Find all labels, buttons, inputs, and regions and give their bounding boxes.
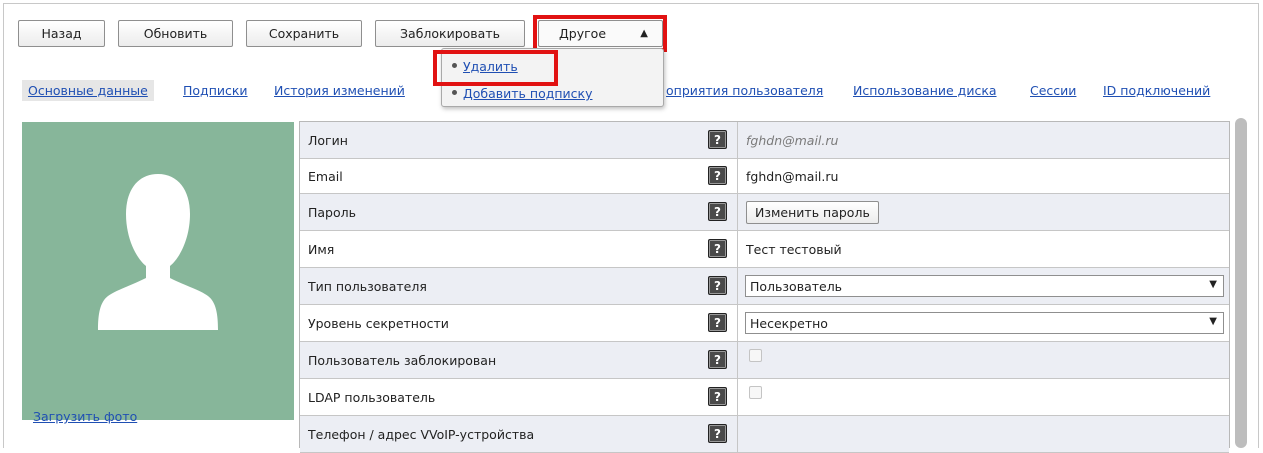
scrollbar-thumb[interactable] <box>1235 118 1247 448</box>
bullet-icon <box>452 90 457 95</box>
block-button[interactable]: Заблокировать <box>375 20 525 47</box>
help-icon[interactable]: ? <box>708 276 727 295</box>
field-label: Имя <box>300 231 738 267</box>
user-type-select[interactable]: Пользователь ▼ <box>745 275 1224 297</box>
field-label: Email <box>300 159 738 193</box>
field-row-user-type: Тип пользователя ? Пользователь ▼ <box>300 268 1229 305</box>
tab-connection-ids[interactable]: ID подключений <box>1103 83 1210 98</box>
dropdown-arrow-icon: ▼ <box>1209 279 1217 290</box>
field-row-login: Логин ? fghdn@mail.ru <box>300 122 1229 159</box>
field-label: LDAP пользователь <box>300 379 738 415</box>
field-row-ldap: LDAP пользователь ? <box>300 379 1229 416</box>
user-type-selected: Пользователь <box>750 278 843 294</box>
field-label: Уровень секретности <box>300 305 738 341</box>
tab-main-data[interactable]: Основные данные <box>22 80 154 101</box>
save-button[interactable]: Сохранить <box>246 20 362 47</box>
field-row-email: Email ? fghdn@mail.ru <box>300 159 1229 194</box>
ldap-checkbox[interactable] <box>749 386 762 399</box>
user-fields-table: Логин ? fghdn@mail.ru Email ? fghdn@mail… <box>299 121 1230 453</box>
field-label: Логин <box>300 122 738 158</box>
blocked-checkbox[interactable] <box>749 349 762 362</box>
highlight-frame-other <box>533 15 667 52</box>
help-icon[interactable]: ? <box>708 387 727 406</box>
login-value: fghdn@mail.ru <box>746 132 839 148</box>
tab-disk-usage[interactable]: Использование диска <box>853 83 997 98</box>
field-label: Телефон / адрес VVoIP-устройства <box>300 416 738 452</box>
refresh-button[interactable]: Обновить <box>118 20 233 47</box>
field-row-name: Имя ? Тест тестовый <box>300 231 1229 268</box>
field-row-phone: Телефон / адрес VVoIP-устройства ? <box>300 416 1229 453</box>
secrecy-selected: Несекретно <box>750 315 828 331</box>
user-photo <box>22 122 294 420</box>
field-label: Пароль <box>300 194 738 230</box>
back-button[interactable]: Назад <box>18 20 105 47</box>
help-icon[interactable]: ? <box>708 424 727 443</box>
avatar-silhouette-icon <box>98 174 218 330</box>
field-label: Пользователь заблокирован <box>300 342 738 378</box>
dropdown-arrow-icon: ▼ <box>1209 316 1217 327</box>
tab-sessions[interactable]: Сессии <box>1030 83 1076 98</box>
field-row-secrecy: Уровень секретности ? Несекретно ▼ <box>300 305 1229 342</box>
help-icon[interactable]: ? <box>708 350 727 369</box>
tab-subscriptions[interactable]: Подписки <box>183 83 248 98</box>
menu-item-add-subscription[interactable]: Добавить подписку <box>452 86 592 101</box>
upload-photo-link[interactable]: Загрузить фото <box>33 409 137 424</box>
help-icon[interactable]: ? <box>708 239 727 258</box>
field-row-blocked: Пользователь заблокирован ? <box>300 342 1229 379</box>
help-icon[interactable]: ? <box>708 313 727 332</box>
tab-user-events[interactable]: оприятия пользователя <box>666 83 823 98</box>
name-value[interactable]: Тест тестовый <box>746 231 842 267</box>
help-icon[interactable]: ? <box>708 166 727 185</box>
help-icon[interactable]: ? <box>708 130 727 149</box>
tab-change-history[interactable]: История изменений <box>274 83 405 98</box>
email-value[interactable]: fghdn@mail.ru <box>746 159 838 193</box>
help-icon[interactable]: ? <box>708 202 727 221</box>
field-row-password: Пароль ? Изменить пароль <box>300 194 1229 231</box>
change-password-button[interactable]: Изменить пароль <box>746 200 879 224</box>
field-label: Тип пользователя <box>300 268 738 304</box>
menu-item-add-subscription-label: Добавить подписку <box>463 86 593 101</box>
secrecy-select[interactable]: Несекретно ▼ <box>745 312 1224 334</box>
highlight-frame-delete <box>433 50 558 86</box>
